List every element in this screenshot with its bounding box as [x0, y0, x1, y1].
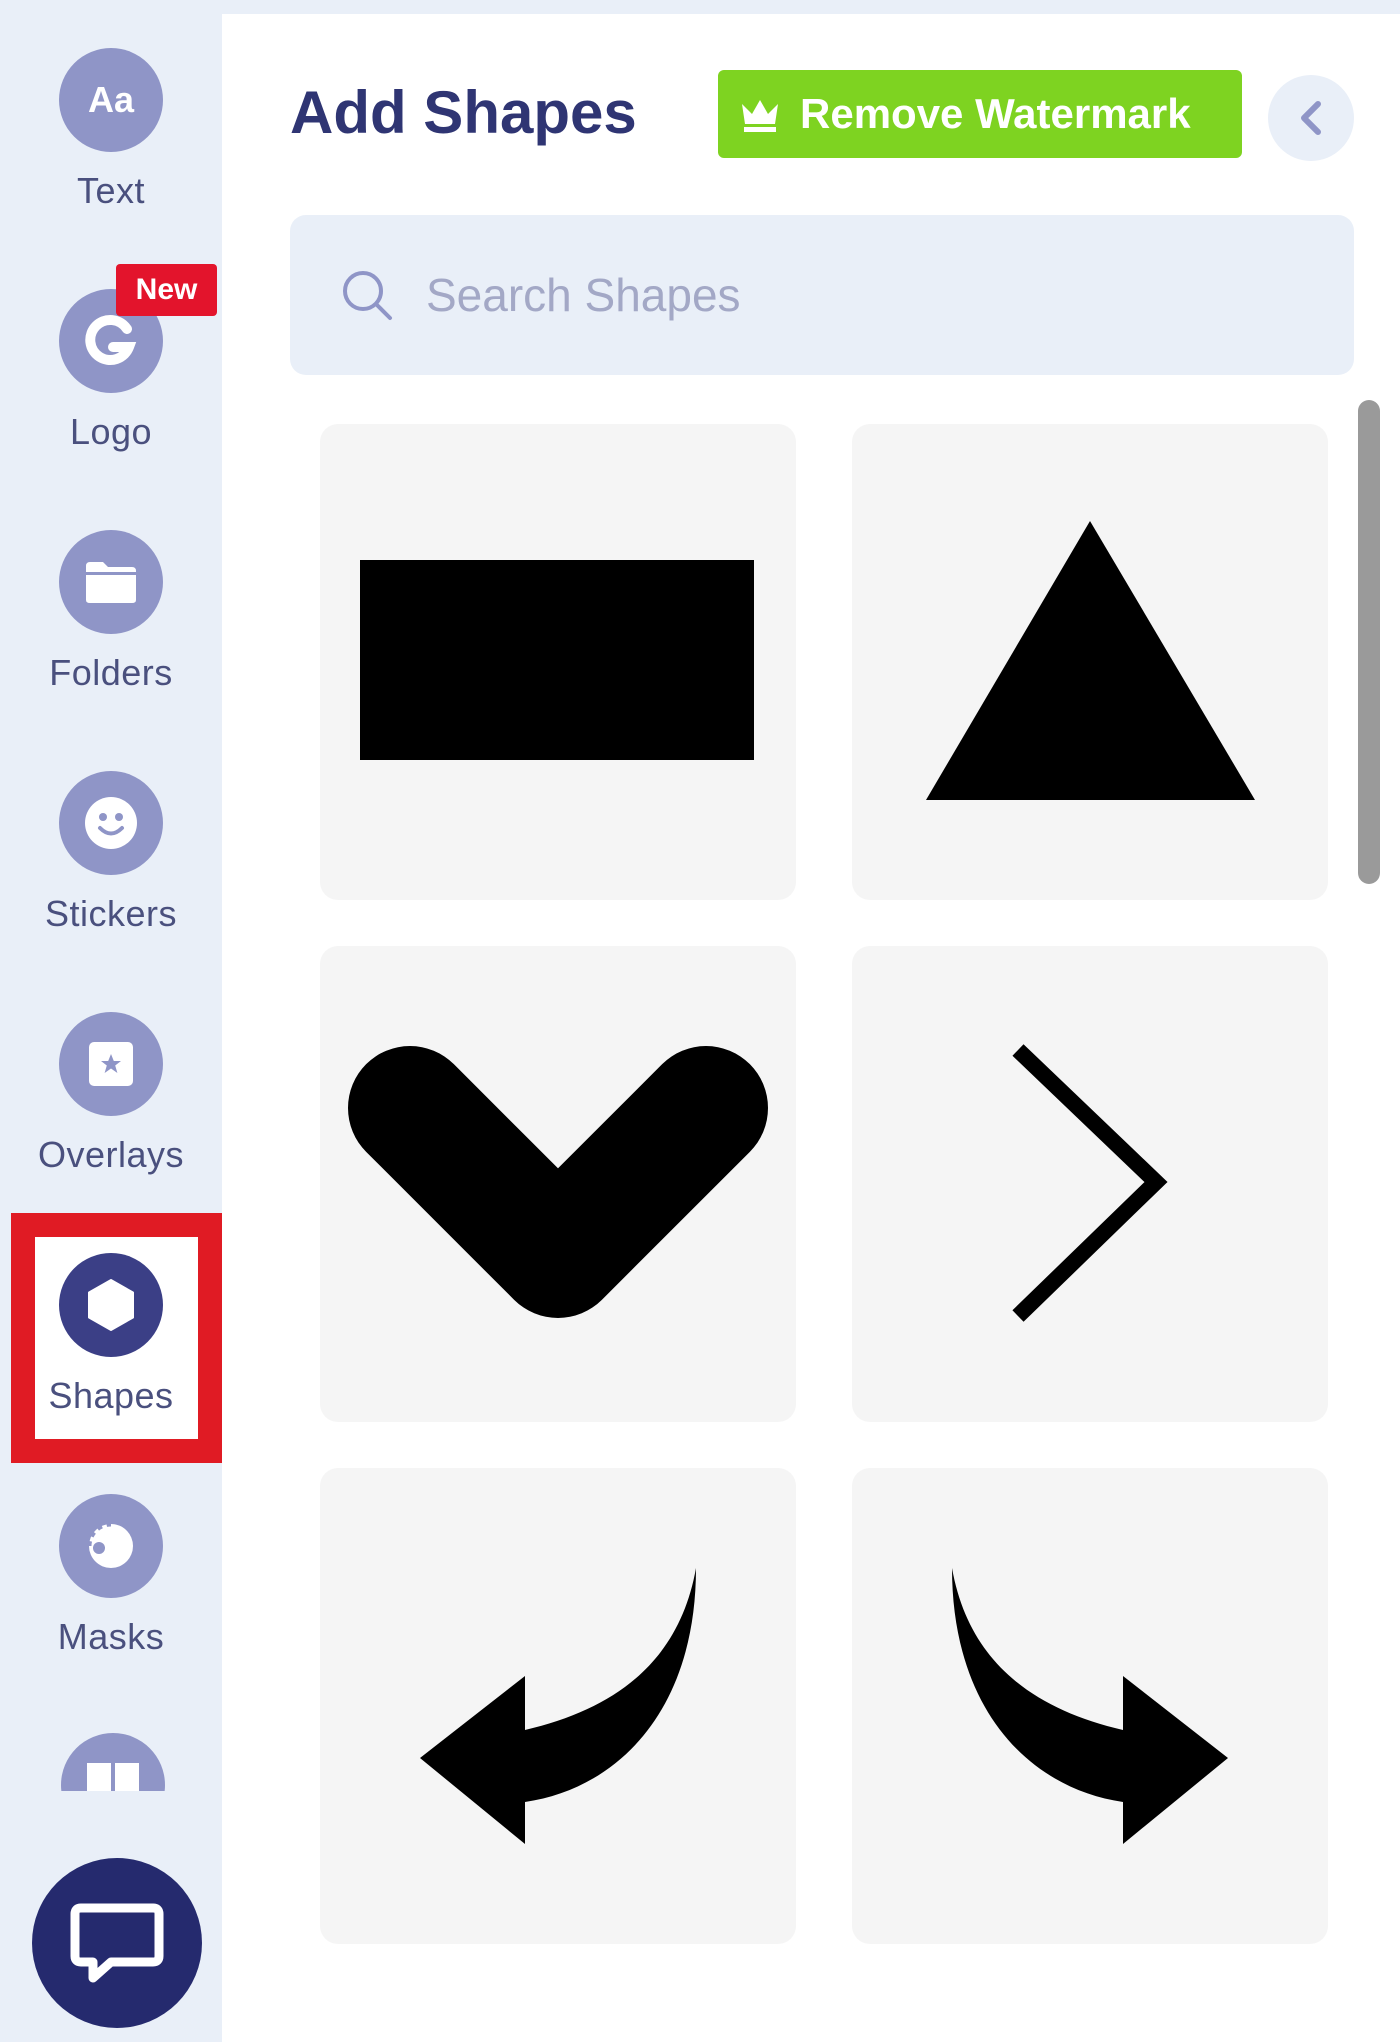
search-icon — [343, 271, 392, 320]
chevron-down-shape-icon — [348, 1046, 768, 1318]
smiley-icon — [59, 771, 163, 875]
shape-tile-chevron-down[interactable] — [320, 946, 796, 1422]
collapse-panel-button[interactable] — [1268, 75, 1354, 161]
shapes-panel-screen: Aa Text Logo New Folders Stickers Overla… — [0, 0, 1400, 2042]
curved-arrow-right-icon — [952, 1568, 1228, 1844]
chevron-right-shape-icon — [1012, 1044, 1168, 1322]
sidebar-item-masks[interactable]: Masks — [0, 1446, 222, 1666]
sidebar-item-label: Overlays — [37, 1134, 185, 1175]
sidebar-item-folders[interactable]: Folders — [0, 482, 222, 702]
shape-tile-curved-arrow-right[interactable] — [852, 1468, 1328, 1944]
sidebar-item-label: Shapes — [48, 1375, 174, 1416]
chat-button[interactable] — [32, 1858, 202, 2028]
sidebar-item-shapes[interactable]: Shapes — [0, 1205, 222, 1425]
chat-bubble-icon — [70, 1903, 164, 1983]
sidebar-item-partial[interactable] — [61, 1733, 165, 1791]
search-box[interactable] — [290, 215, 1354, 375]
book-icon — [61, 1733, 165, 1791]
hexagon-icon — [59, 1253, 163, 1357]
sidebar-item-label: Folders — [49, 652, 173, 693]
folder-icon — [59, 530, 163, 634]
rectangle-shape-icon — [360, 560, 754, 760]
chevron-left-icon — [1301, 101, 1321, 135]
text-icon-glyph: Aa — [87, 79, 135, 120]
shape-tile-triangle[interactable] — [852, 424, 1328, 900]
sidebar-item-label: Text — [76, 170, 146, 211]
sidebar-item-stickers[interactable]: Stickers — [0, 723, 222, 943]
triangle-shape-icon — [926, 521, 1255, 800]
new-badge: New — [116, 264, 217, 316]
sidebar-item-overlays[interactable]: Overlays — [0, 964, 222, 1184]
page-title: Add Shapes — [290, 79, 637, 146]
crown-icon — [742, 100, 778, 132]
sidebar-item-label: Stickers — [44, 893, 178, 934]
shape-tile-curved-arrow-left[interactable] — [320, 1468, 796, 1944]
sidebar-item-text[interactable]: Aa Text — [0, 0, 222, 220]
mask-icon — [59, 1494, 163, 1598]
scrollbar-thumb[interactable] — [1358, 400, 1380, 884]
sidebar-item-label: Logo — [69, 411, 153, 452]
top-strip — [222, 0, 1400, 14]
remove-watermark-label: Remove Watermark — [800, 90, 1191, 137]
curved-arrow-left-icon — [420, 1568, 696, 1844]
text-aa-icon: Aa — [59, 48, 163, 152]
search-input[interactable] — [424, 267, 1308, 323]
remove-watermark-button[interactable]: Remove Watermark — [718, 70, 1242, 158]
shape-tile-rectangle[interactable] — [320, 424, 796, 900]
star-frame-icon — [59, 1012, 163, 1116]
shape-tile-chevron-right[interactable] — [852, 946, 1328, 1422]
sidebar-item-label: Masks — [57, 1616, 165, 1657]
